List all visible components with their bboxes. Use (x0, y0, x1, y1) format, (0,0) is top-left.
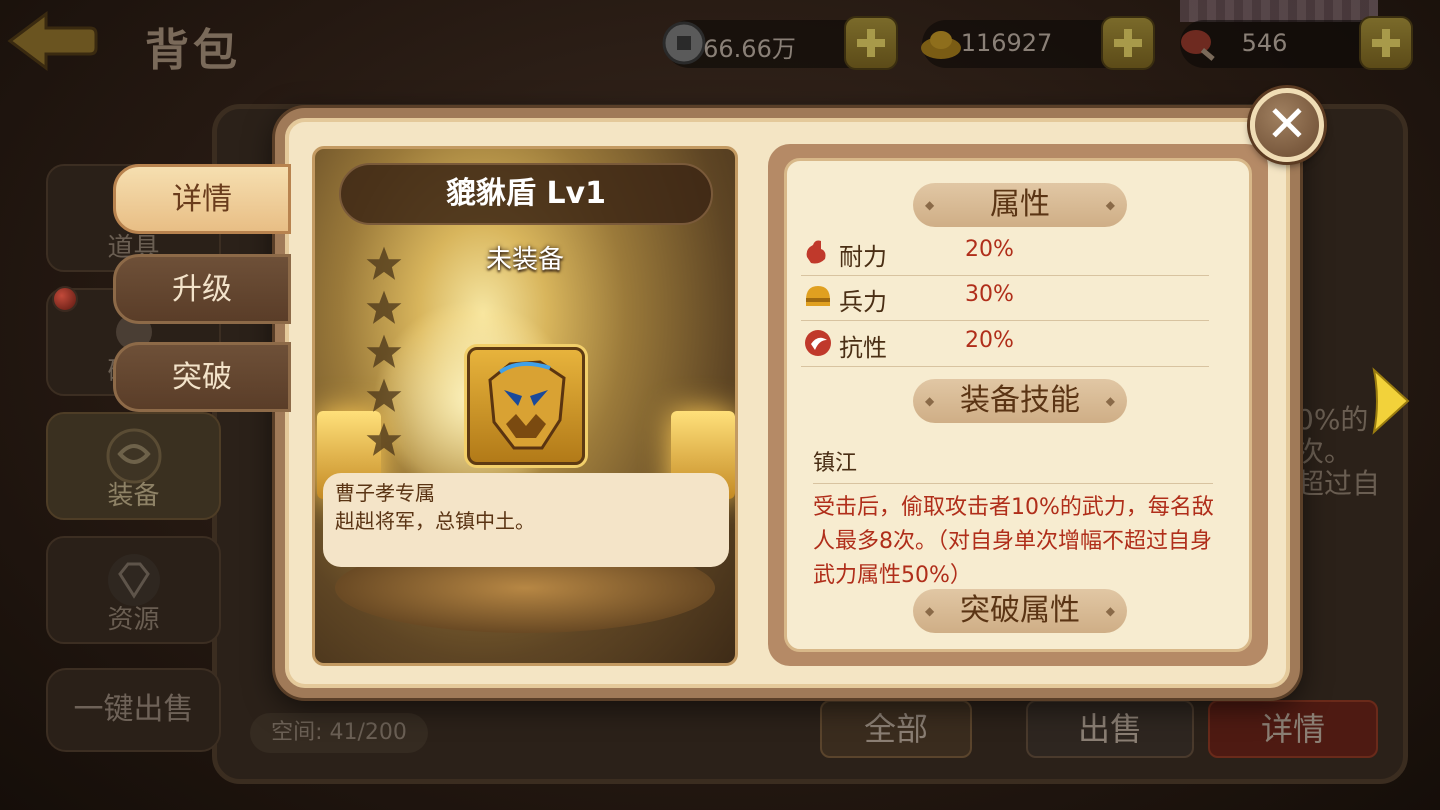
page-title: 背包 (145, 25, 241, 76)
attribute-name: 兵力 (839, 288, 887, 316)
close-button[interactable]: ✕ (1250, 88, 1324, 162)
meat-value: 546 (1241, 29, 1288, 57)
attribute-row-troops: 兵力 30% (801, 278, 1209, 321)
attribute-panel-inner: 属性 耐力 20% 兵力 30% 抗性 20% 装备技能 镇江 (784, 158, 1252, 652)
add-meat-button[interactable] (1359, 16, 1413, 70)
star-icon (366, 246, 402, 280)
background-skill-text: 0%的 次。 超过自 (1296, 403, 1381, 500)
gold-currency: 116927 (921, 16, 1155, 70)
sell-all-button[interactable]: 一键出售 (46, 668, 221, 752)
attribute-name: 抗性 (839, 334, 887, 362)
detail-button[interactable]: 详情 (1208, 700, 1378, 758)
sidebar-item-equipment[interactable]: 装备 (46, 412, 221, 520)
resistance-icon (805, 330, 831, 356)
next-page-arrow-icon[interactable] (1370, 366, 1412, 436)
endurance-icon (806, 240, 826, 264)
item-card: 貔貅盾 Lv1 未装备 曹子孝专属 赳赳将军，总镇中土。 (312, 146, 738, 666)
item-description-line: 赳赳将军，总镇中土。 (335, 509, 535, 533)
back-arrow-icon[interactable] (6, 10, 98, 72)
coin-currency: 66.66万 (662, 16, 898, 70)
add-coin-button[interactable] (844, 16, 898, 70)
tab-breakthrough[interactable]: 突破 (113, 342, 291, 412)
star-icon (366, 334, 402, 368)
coin-value: 66.66万 (703, 35, 796, 63)
tab-upgrade[interactable]: 升级 (113, 254, 291, 324)
beast-shield-icon (488, 360, 566, 450)
sidebar-item-resources[interactable]: 资源 (46, 536, 221, 644)
star-icon (366, 290, 402, 324)
equipment-skill-header: 装备技能 (913, 379, 1127, 423)
inventory-space: 空间: 41/200 (250, 713, 428, 753)
attribute-value: 30% (965, 282, 1014, 307)
attributes-header: 属性 (913, 183, 1127, 227)
item-description: 曹子孝专属 赳赳将军，总镇中土。 (323, 473, 729, 567)
helmet-icon (806, 286, 830, 306)
item-name: 貔貅盾 Lv1 (339, 163, 713, 225)
attribute-value: 20% (965, 237, 1014, 262)
meat-currency: 546 (1180, 16, 1413, 70)
sidebar-item-label: 资源 (107, 605, 160, 635)
attribute-row-endurance: 耐力 20% (801, 233, 1209, 276)
sidebar-item-label: 装备 (107, 481, 160, 511)
add-gold-button[interactable] (1101, 16, 1155, 70)
sell-button[interactable]: 出售 (1026, 700, 1194, 758)
attribute-value: 20% (965, 328, 1014, 353)
breakthrough-header: 突破属性 (913, 589, 1127, 633)
item-description-line: 曹子孝专属 (335, 481, 435, 505)
close-icon: ✕ (1266, 95, 1308, 153)
skill-name: 镇江 (813, 451, 858, 476)
filter-all-button[interactable]: 全部 (820, 700, 972, 758)
star-icon (366, 378, 402, 412)
skill-description: 受击后，偷取攻击者10%的武力，每名敌人最多8次。（对自身单次增幅不超过自身武力… (813, 495, 1214, 588)
divider (813, 483, 1213, 484)
notification-dot (52, 286, 78, 312)
attribute-row-resistance: 抗性 20% (801, 324, 1209, 367)
item-icon[interactable] (467, 347, 585, 465)
tab-details[interactable]: 详情 (113, 164, 291, 234)
attribute-panel: 属性 耐力 20% 兵力 30% 抗性 20% 装备技能 镇江 (768, 144, 1268, 666)
gold-value: 116927 (960, 29, 1053, 57)
attribute-name: 耐力 (839, 243, 887, 271)
star-icon (366, 422, 402, 456)
